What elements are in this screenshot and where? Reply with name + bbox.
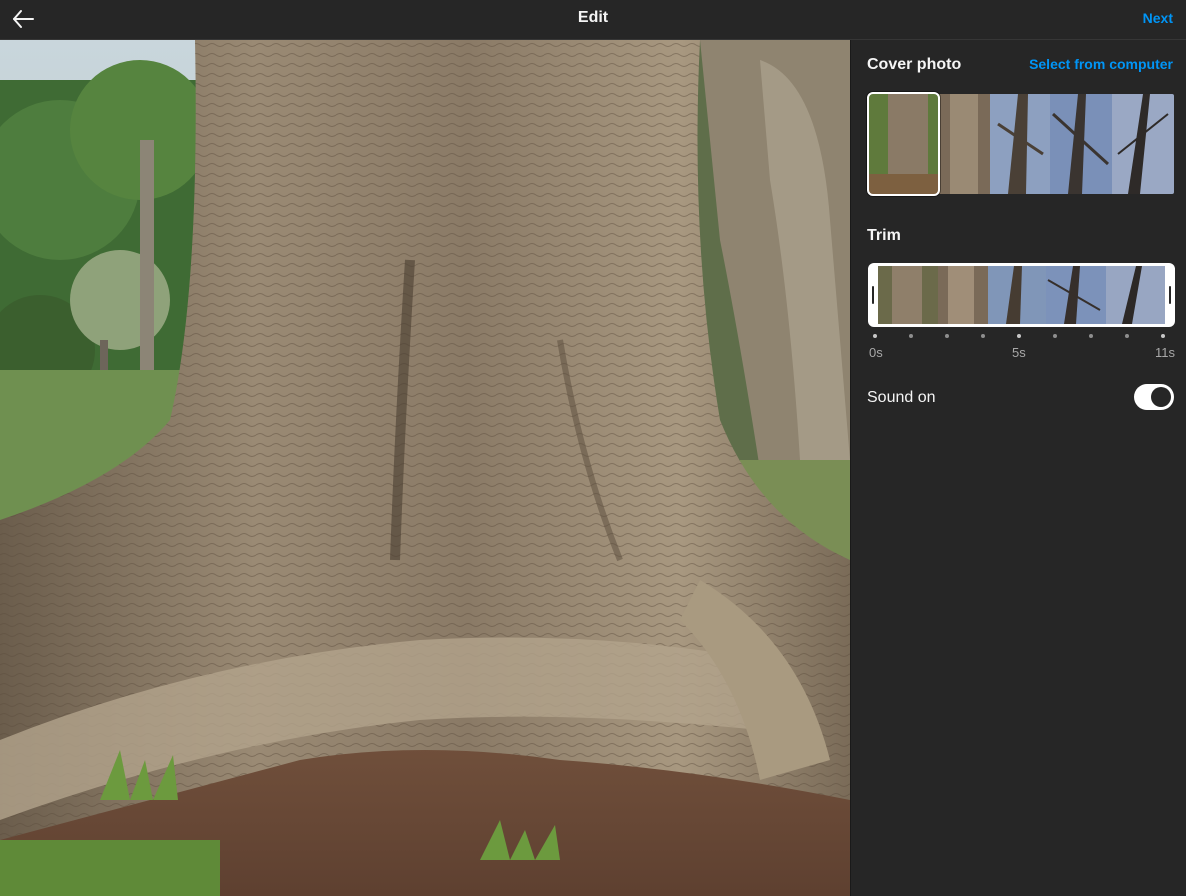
trim-label-end: 11s (1155, 345, 1175, 360)
cover-selected-frame[interactable] (867, 92, 940, 196)
top-bar: Edit Next (0, 0, 1186, 40)
trim-start-handle[interactable] (868, 266, 878, 324)
trim-timeline[interactable] (868, 263, 1175, 327)
cover-photo-selector[interactable] (867, 92, 1177, 200)
arrow-left-icon (13, 10, 34, 28)
sound-label: Sound on (867, 389, 936, 406)
trim-frames (878, 266, 1165, 324)
tree-photo (0, 40, 850, 896)
tick (1053, 334, 1057, 338)
cover-photo-title: Cover photo (867, 56, 962, 73)
select-from-computer-button[interactable]: Select from computer (1029, 56, 1173, 72)
page-title: Edit (577, 9, 609, 26)
next-button[interactable]: Next (1143, 10, 1173, 26)
trim-frame-images (878, 266, 1165, 324)
tick (1125, 334, 1129, 338)
back-button[interactable] (8, 6, 38, 32)
sound-toggle[interactable] (1134, 384, 1174, 410)
trim-label-start: 0s (869, 345, 883, 360)
tick (981, 334, 985, 338)
trim-ticks (873, 334, 1169, 340)
media-preview (0, 40, 850, 896)
tick (1089, 334, 1093, 338)
tick (1017, 334, 1021, 338)
tick (1161, 334, 1165, 338)
edit-panel: Cover photo Select from computer Trim 0s… (850, 40, 1186, 896)
tick (873, 334, 877, 338)
tick (945, 334, 949, 338)
trim-title: Trim (867, 227, 901, 244)
tick (909, 334, 913, 338)
trim-label-mid: 5s (1012, 345, 1026, 360)
trim-end-handle[interactable] (1165, 266, 1175, 324)
toggle-knob (1151, 387, 1171, 407)
